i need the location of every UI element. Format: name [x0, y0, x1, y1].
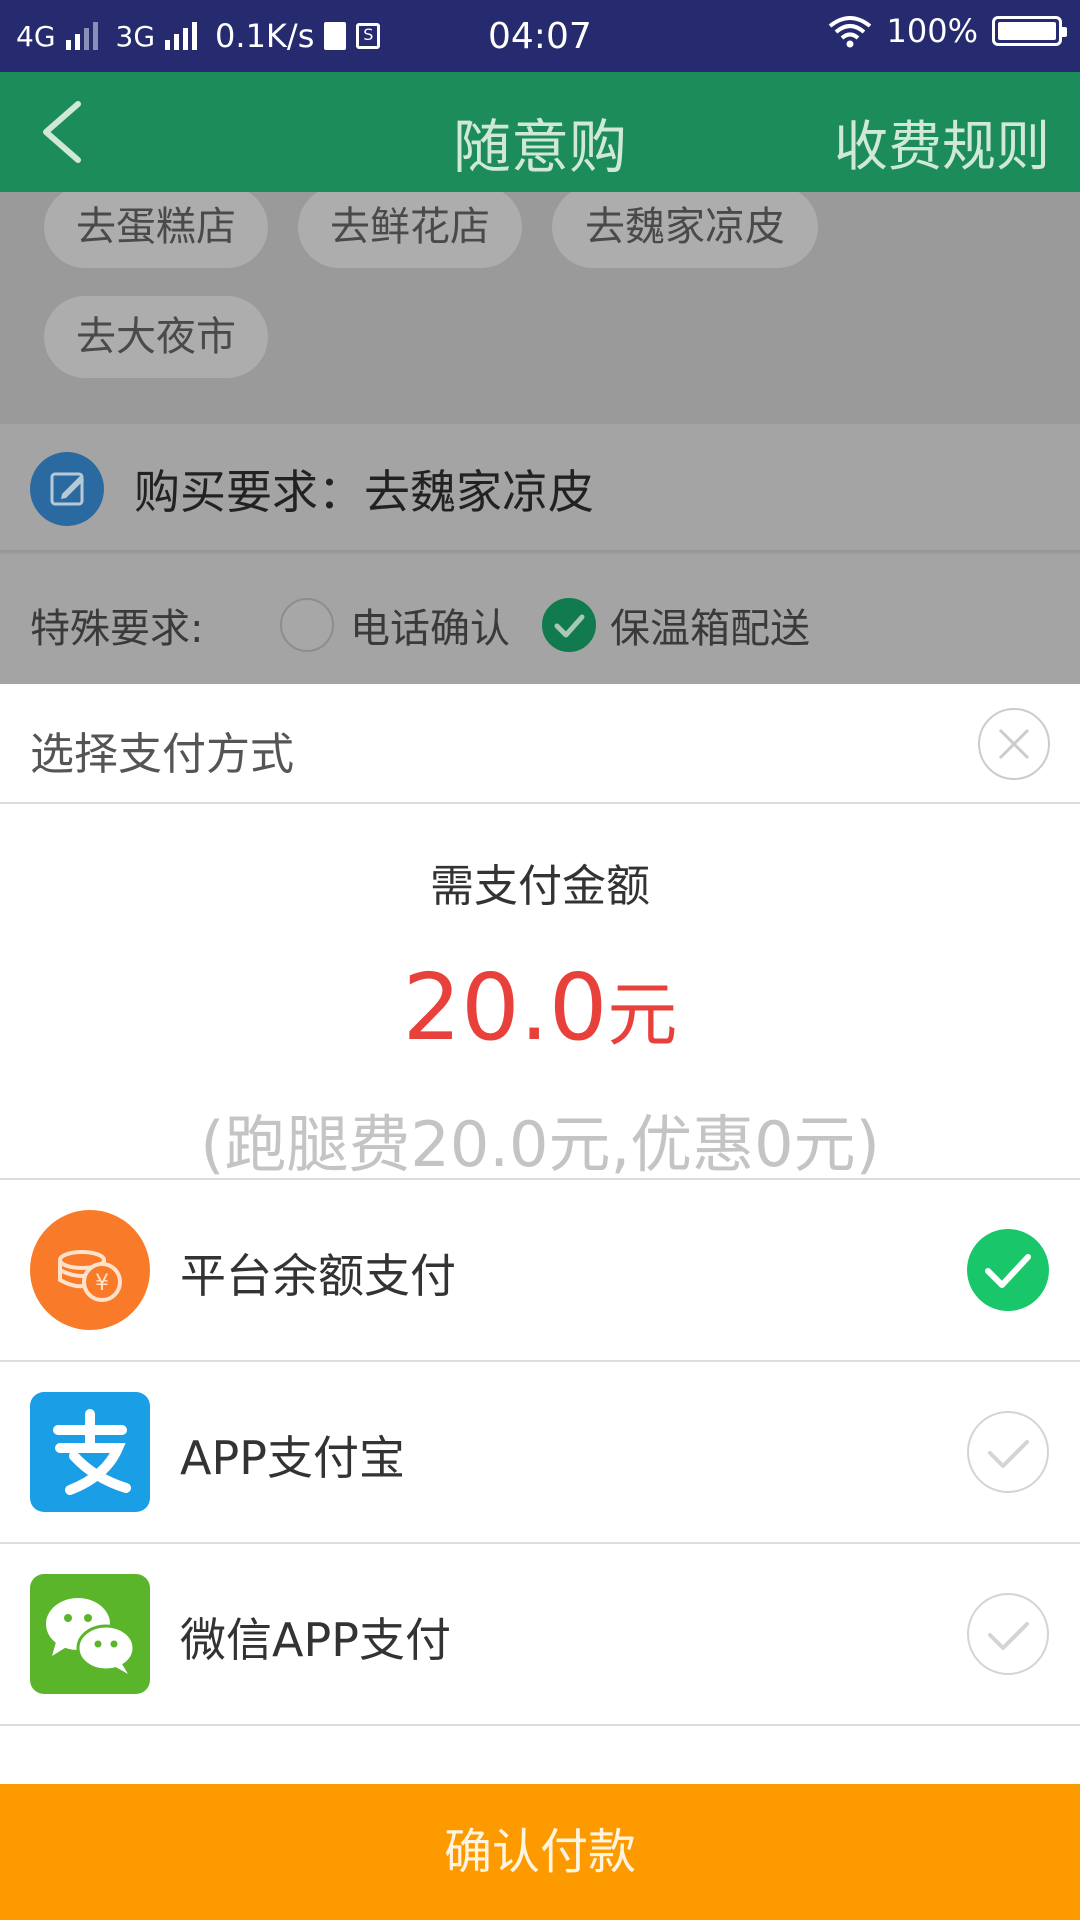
chip-night-market[interactable]: 去大夜市 — [44, 296, 268, 378]
purchase-requirement-row[interactable]: 购买要求：去魏家凉皮 — [0, 424, 1080, 552]
phone-confirm-label: 电话确认 — [350, 606, 510, 652]
app-bar: 随意购 收费规则 — [0, 72, 1080, 192]
close-button[interactable] — [978, 708, 1050, 780]
insulated-box-radio[interactable] — [542, 598, 596, 652]
pay-method-wechat-label: 微信APP支付 — [180, 1613, 451, 1667]
coin-wallet-icon: ¥ — [30, 1210, 150, 1330]
check-icon — [554, 614, 585, 638]
signal-3g-icon — [165, 22, 198, 50]
amount-section: 需支付金额 20.0元 (跑腿费20.0元,优惠0元) — [0, 804, 1080, 1181]
pay-method-balance-label: 平台余额支付 — [180, 1249, 456, 1303]
alipay-icon — [30, 1392, 150, 1512]
edit-icon — [30, 452, 104, 526]
order-form-background: 去蛋糕店 去鲜花店 去魏家凉皮 去大夜市 购买要求：去魏家凉皮 特殊要求: 电话… — [0, 192, 1080, 684]
amount-value: 20.0元 — [0, 954, 1080, 1061]
network-4g-label: 4G — [16, 19, 56, 53]
amount-detail: (跑腿费20.0元,优惠0元) — [200, 1108, 880, 1181]
svg-text:¥: ¥ — [95, 1271, 109, 1296]
status-bar: 4G 3G 0.1K/s S 04:07 100% — [0, 0, 1080, 72]
battery-icon — [992, 16, 1067, 46]
network-3g-label: 3G — [115, 19, 156, 53]
selected-check-icon[interactable] — [966, 1228, 1050, 1312]
signal-4g-icon — [65, 22, 98, 50]
amount-number: 20.0 — [402, 954, 608, 1061]
payment-sheet: 选择支付方式 需支付金额 20.0元 (跑腿费20.0元,优惠0元) ¥ 平台余… — [0, 684, 1080, 1920]
unselected-check-icon[interactable] — [966, 1410, 1050, 1494]
close-icon — [998, 728, 1030, 760]
wechat-icon — [30, 1574, 150, 1694]
sheet-header: 选择支付方式 — [0, 684, 1080, 804]
insulated-box-label: 保温箱配送 — [610, 606, 810, 652]
pay-method-alipay[interactable]: APP支付宝 — [0, 1362, 1080, 1544]
status-right: 100% — [827, 12, 1067, 50]
fee-rules-link[interactable]: 收费规则 — [834, 102, 1050, 181]
sim-icon: S — [356, 23, 381, 49]
chip-liangpi[interactable]: 去魏家凉皮 — [552, 192, 818, 268]
chip-flower-shop[interactable]: 去鲜花店 — [298, 192, 522, 268]
pay-method-wechat[interactable]: 微信APP支付 — [0, 1544, 1080, 1726]
special-requirements-label: 特殊要求: — [30, 606, 204, 652]
chip-cake-shop[interactable]: 去蛋糕店 — [44, 192, 268, 268]
wifi-icon — [828, 16, 871, 48]
network-speed: 0.1K/s — [215, 17, 315, 55]
pay-method-balance[interactable]: ¥ 平台余额支付 — [0, 1180, 1080, 1362]
special-requirements-row: 特殊要求: 电话确认 保温箱配送 — [0, 554, 1080, 684]
unselected-check-icon[interactable] — [966, 1592, 1050, 1676]
clipboard-check-icon — [324, 22, 347, 50]
destination-chips: 去蛋糕店 去鲜花店 去魏家凉皮 去大夜市 — [0, 192, 1080, 424]
amount-unit: 元 — [607, 974, 678, 1056]
phone-confirm-radio[interactable] — [280, 598, 334, 652]
sheet-title: 选择支付方式 — [30, 729, 294, 780]
status-left: 4G 3G 0.1K/s S — [16, 17, 381, 55]
amount-label: 需支付金额 — [430, 861, 650, 912]
confirm-payment-button[interactable]: 确认付款 — [0, 1784, 1080, 1920]
pay-method-alipay-label: APP支付宝 — [180, 1431, 405, 1485]
purchase-requirement-text: 购买要求：去魏家凉皮 — [134, 465, 594, 519]
battery-percent: 100% — [886, 12, 978, 50]
clock: 04:07 — [488, 16, 592, 57]
